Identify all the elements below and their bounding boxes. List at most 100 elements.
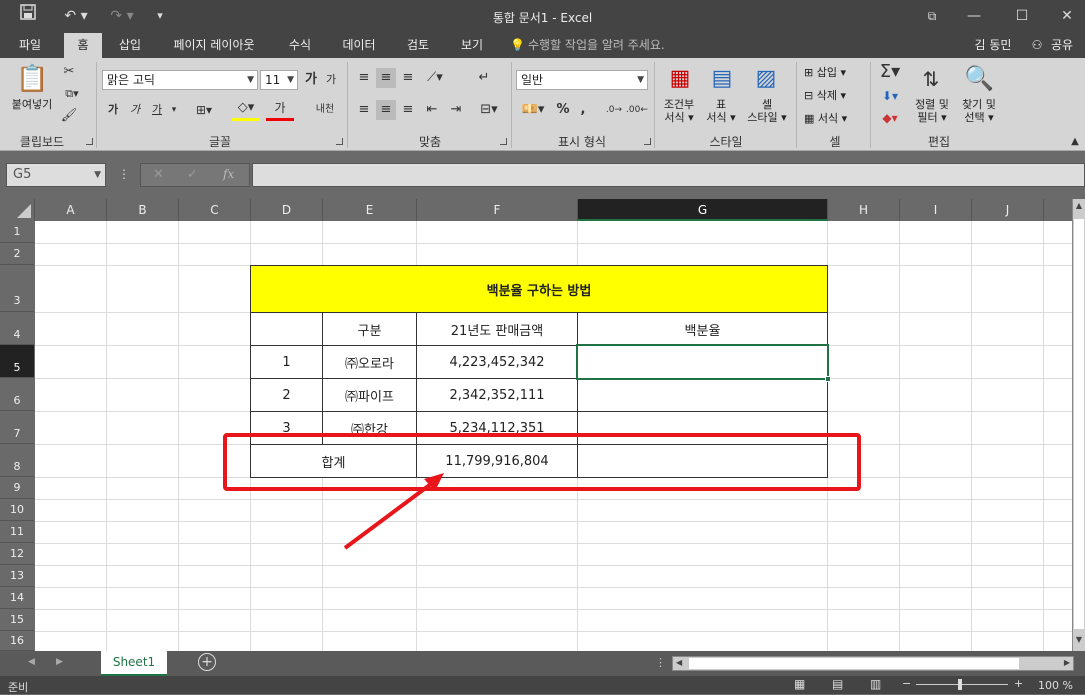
column-header[interactable]: B [107, 199, 179, 221]
column-header[interactable]: J [972, 199, 1044, 221]
vertical-scrollbar[interactable]: ▲ ▼ [1072, 199, 1085, 651]
shrink-font-icon[interactable]: 가 [322, 70, 340, 90]
autosum-icon[interactable]: Σ▾ [876, 62, 904, 82]
format-painter-icon[interactable]: 🖌 [60, 106, 78, 126]
tab-insert[interactable]: 삽입 [110, 33, 150, 58]
cell-styles-button[interactable]: 셀 스타일 ▾ [742, 98, 792, 124]
row-header[interactable]: 2 [0, 243, 34, 265]
scroll-left-icon[interactable]: ◀ [676, 658, 682, 667]
zoom-slider[interactable] [916, 684, 1008, 685]
user-name[interactable]: 김 동민 [968, 33, 1018, 58]
border-icon[interactable]: ⊞▾ [192, 100, 216, 120]
find-select-button[interactable]: 찾기 및 선택 ▾ [954, 98, 1004, 124]
bold-button[interactable]: 가 [104, 100, 122, 120]
column-header[interactable]: A [35, 199, 107, 221]
row-header[interactable]: 1 [0, 221, 34, 243]
sort-filter-button[interactable]: 정렬 및 필터 ▾ [908, 98, 956, 124]
row-header[interactable]: 16 [0, 631, 34, 651]
more-icon[interactable]: ⋮ [655, 656, 666, 669]
tell-me-input[interactable]: 수행할 작업을 알려 주세요. [528, 33, 688, 58]
maximize-icon[interactable]: ☐ [1010, 4, 1034, 28]
collapse-ribbon-icon[interactable]: ▲ [1068, 132, 1082, 152]
row-header[interactable]: 8 [0, 444, 34, 477]
align-top-icon[interactable]: ≡ [354, 68, 374, 88]
orientation-icon[interactable]: ⟋▾ [422, 68, 448, 88]
italic-button[interactable]: 가 [126, 100, 144, 120]
clear-icon[interactable]: ◆▾ [876, 108, 904, 128]
row-header[interactable]: 6 [0, 378, 34, 411]
sort-filter-icon[interactable]: ⇅ [914, 64, 948, 94]
zoom-level[interactable]: 100 % [1038, 679, 1073, 692]
scroll-up-icon[interactable]: ▲ [1074, 201, 1084, 215]
page-break-view-icon[interactable]: ▥ [870, 677, 881, 691]
sheet-tab[interactable]: Sheet1 [101, 651, 167, 676]
find-select-icon[interactable]: 🔍 [962, 62, 996, 94]
insert-function-icon[interactable]: fx [223, 167, 234, 181]
tab-formulas[interactable]: 수식 [278, 33, 322, 58]
font-color-icon[interactable]: 가 [266, 98, 294, 121]
formula-input[interactable] [252, 163, 1085, 187]
alignment-launcher-icon[interactable] [500, 138, 507, 145]
fill-icon[interactable]: ⬇▾ [876, 86, 904, 106]
zoom-out-icon[interactable]: − [902, 677, 911, 690]
row-header[interactable]: 10 [0, 499, 34, 521]
scroll-down-icon[interactable]: ▼ [1074, 635, 1084, 649]
page-layout-view-icon[interactable]: ▤ [832, 677, 843, 691]
ribbon-display-icon[interactable]: ⧉ [920, 4, 944, 28]
paste-button[interactable]: 붙여넣기 [4, 98, 60, 111]
align-left-icon[interactable]: ≡ [354, 100, 374, 120]
align-bottom-icon[interactable]: ≡ [398, 68, 418, 88]
horizontal-scrollbar[interactable]: ◀ ▶ [672, 656, 1074, 671]
paste-icon[interactable]: 📋 [16, 64, 48, 94]
fill-color-icon[interactable]: ◇▾ [232, 98, 260, 121]
tab-view[interactable]: 보기 [450, 33, 494, 58]
chevron-down-icon[interactable]: ▾ [168, 100, 180, 120]
scroll-right-icon[interactable]: ▶ [56, 657, 63, 667]
scroll-left-icon[interactable]: ◀ [28, 657, 35, 667]
confirm-icon[interactable]: ✓ [187, 167, 198, 182]
row-header[interactable]: 12 [0, 543, 34, 565]
row-header[interactable]: 11 [0, 521, 34, 543]
row-header[interactable]: 13 [0, 565, 34, 587]
align-middle-icon[interactable]: ≡ [376, 68, 396, 88]
tab-review[interactable]: 검토 [396, 33, 440, 58]
column-header[interactable]: I [900, 199, 972, 221]
number-launcher-icon[interactable] [644, 138, 651, 145]
worksheet-grid[interactable]: 백분율 구하는 방법 구분 21년도 판매금액 백분율 1 ㈜오로라 4,223… [35, 221, 1072, 651]
tab-page-layout[interactable]: 페이지 레이아웃 [164, 33, 264, 58]
increase-indent-icon[interactable]: ⇥ [446, 100, 466, 120]
clipboard-launcher-icon[interactable] [86, 138, 93, 145]
column-header[interactable]: G [578, 199, 828, 221]
align-right-icon[interactable]: ≡ [398, 100, 418, 120]
name-box[interactable]: G5 ▼ [6, 163, 106, 187]
share-button[interactable]: 공유 [1046, 33, 1078, 58]
scroll-thumb[interactable] [1074, 219, 1084, 629]
column-header[interactable]: F [417, 199, 578, 221]
zoom-in-icon[interactable]: + [1014, 677, 1023, 690]
tab-file[interactable]: 파일 [8, 33, 52, 58]
scroll-right-icon[interactable]: ▶ [1064, 658, 1070, 667]
row-header[interactable]: 9 [0, 477, 34, 499]
font-name-dropdown[interactable]: 맑은 고딕 ▼ [102, 70, 258, 90]
cut-icon[interactable]: ✂ [60, 62, 78, 82]
conditional-formatting-icon[interactable]: ▦ [666, 64, 694, 94]
tab-home[interactable]: 홈 [64, 33, 102, 58]
add-sheet-icon[interactable]: + [198, 653, 216, 671]
number-format-dropdown[interactable]: 일반 ▼ [516, 70, 648, 90]
more-icon[interactable]: ⋮ [118, 167, 130, 181]
format-as-table-icon[interactable]: ▤ [708, 64, 736, 94]
cancel-icon[interactable]: ✕ [153, 167, 164, 182]
grow-font-icon[interactable]: 가 [302, 70, 320, 90]
tab-data[interactable]: 데이터 [334, 33, 384, 58]
phonetic-icon[interactable]: 내천 [310, 100, 340, 120]
column-header[interactable]: H [828, 199, 900, 221]
decrease-decimal-icon[interactable]: .00← [626, 100, 648, 120]
insert-cells-button[interactable]: ⊞ 삽입 ▾ [804, 66, 866, 79]
column-header[interactable]: C [179, 199, 251, 221]
merge-center-icon[interactable]: ⊟▾ [474, 100, 504, 120]
wrap-text-icon[interactable]: ↵ [474, 68, 494, 88]
align-center-icon[interactable]: ≡ [376, 100, 396, 120]
close-icon[interactable]: ✕ [1055, 4, 1079, 28]
row-header[interactable]: 15 [0, 609, 34, 631]
row-header[interactable]: 3 [0, 265, 34, 312]
